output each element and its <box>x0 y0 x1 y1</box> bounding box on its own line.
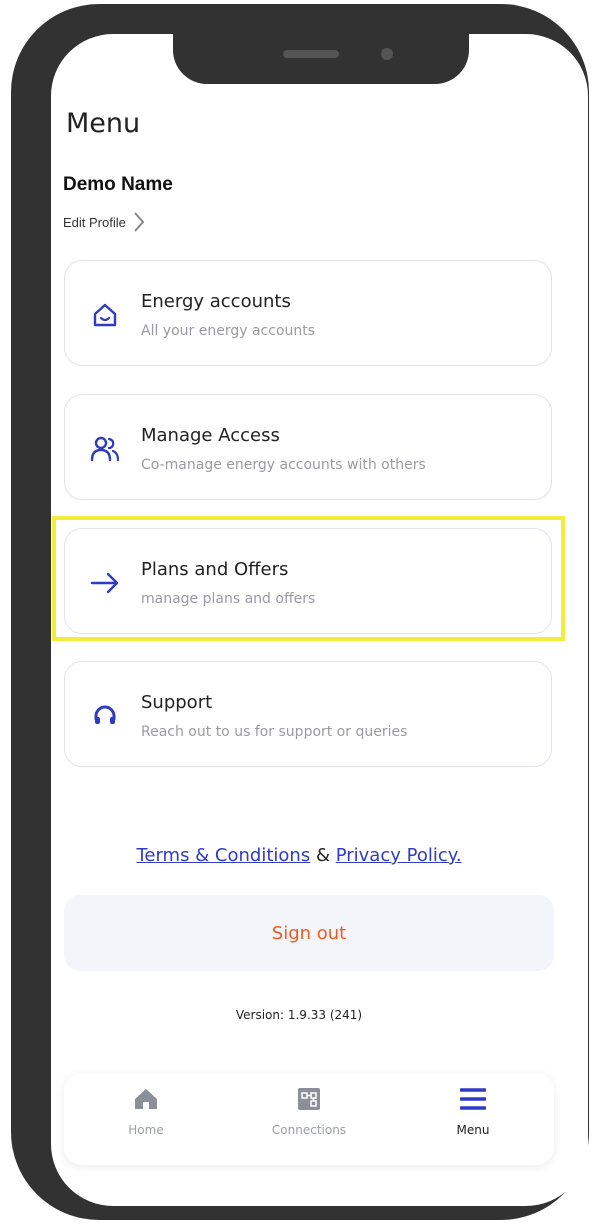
menu-card-subtitle: Co-manage energy accounts with others <box>141 457 426 473</box>
menu-card-title: Support <box>141 692 213 713</box>
headset-icon <box>89 700 121 732</box>
legal-links: Terms & Conditions & Privacy Policy. <box>0 845 598 866</box>
front-camera <box>381 48 393 60</box>
menu-card-subtitle: Reach out to us for support or queries <box>141 724 408 740</box>
version-text: Version: 1.9.33 (241) <box>235 1008 363 1022</box>
tab-connections[interactable]: Connections <box>249 1073 369 1165</box>
tab-label: Menu <box>456 1123 490 1137</box>
menu-card-manage-access[interactable]: Manage Access Co-manage energy accounts … <box>64 394 552 500</box>
chevron-right-icon <box>134 212 145 232</box>
home-icon <box>89 299 121 331</box>
bottom-tab-bar: Home Connections Menu <box>64 1073 554 1165</box>
page-title: Menu <box>66 108 141 139</box>
tab-label: Home <box>128 1123 164 1137</box>
sign-out-button[interactable]: Sign out <box>64 895 554 971</box>
menu-card-title: Manage Access <box>141 425 280 446</box>
edit-profile-label: Edit Profile <box>63 214 126 230</box>
menu-card-energy-accounts[interactable]: Energy accounts All your energy accounts <box>64 260 552 366</box>
users-icon <box>89 433 121 465</box>
menu-card-support[interactable]: Support Reach out to us for support or q… <box>64 661 552 767</box>
menu-card-title: Energy accounts <box>141 291 291 312</box>
menu-card-subtitle: All your energy accounts <box>141 323 316 339</box>
tab-label: Connections <box>271 1123 347 1137</box>
speaker-grille <box>283 50 339 58</box>
terms-link[interactable]: Terms & Conditions <box>136 845 310 866</box>
privacy-link[interactable]: Privacy Policy. <box>336 845 462 866</box>
edit-profile-link[interactable]: Edit Profile <box>63 211 146 233</box>
tab-home[interactable]: Home <box>86 1073 206 1165</box>
tab-menu[interactable]: Menu <box>413 1073 533 1165</box>
menu-icon <box>413 1085 533 1113</box>
highlight-box <box>52 516 565 641</box>
connections-icon <box>249 1085 369 1113</box>
legal-separator: & <box>315 845 330 866</box>
home-filled-icon <box>86 1085 206 1113</box>
phone-notch <box>173 8 469 84</box>
profile-name: Demo Name <box>63 174 173 195</box>
